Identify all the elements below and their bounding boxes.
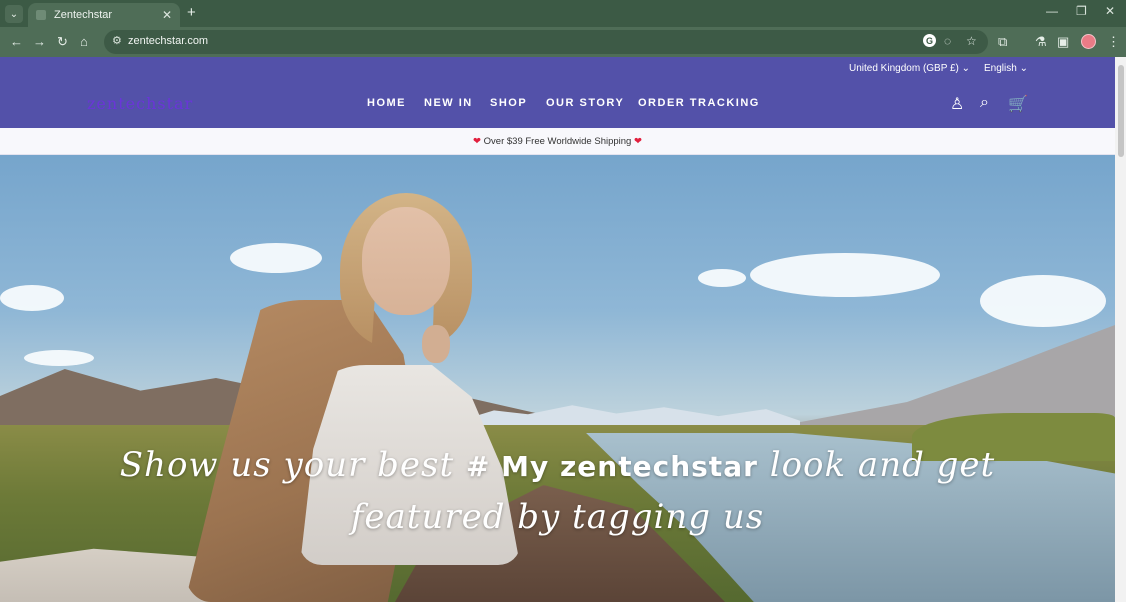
hero-banner[interactable]: Show us your best # My zentechstar look … [0,155,1115,602]
heart-icon: ❤ [633,136,642,147]
forward-icon[interactable]: → [33,34,46,50]
cloud-decoration [0,285,64,311]
account-icon[interactable]: ♙ [950,94,964,114]
restore-icon[interactable]: ❐ [1076,4,1087,18]
site-info-icon[interactable]: ⚙ [112,34,122,47]
announcement-bar: ❤ Over $39 Free Worldwide Shipping ❤ [0,128,1115,155]
tab-title: Zentechstar [54,9,113,21]
site-logo[interactable]: zentechstar [87,94,193,113]
cloud-decoration [750,253,940,297]
nav-shop[interactable]: SHOP [490,97,527,109]
browser-tab[interactable]: Zentechstar ✕ [28,3,180,27]
announcement-text: Over $39 Free Worldwide Shipping [483,136,632,147]
hero-text-start: Show us your best [119,445,455,485]
google-icon[interactable]: G [923,34,936,47]
model-figure [422,325,450,363]
cart-icon[interactable]: 🛒 [1008,94,1028,114]
language-label: English [984,63,1017,74]
scrollbar-thumb[interactable] [1118,65,1124,157]
chevron-down-icon: ⌄ [1019,63,1028,74]
chevron-down-icon: ⌄ [961,63,971,74]
side-panel-icon[interactable]: ▣ [1057,34,1069,50]
mountain-decoration [460,405,800,426]
country-label: United Kingdom [849,63,921,74]
hero-hashtag: # My zentechstar [465,450,758,483]
hero-heading-line-2: featured by tagging us [350,497,765,537]
currency-label: (GBP £) [922,63,959,74]
nav-order-tracking[interactable]: ORDER TRACKING [638,97,760,109]
extensions-icon[interactable]: ⧉ [998,34,1007,50]
nav-new-in[interactable]: NEW IN [424,97,473,109]
browser-toolbar: ← → ↻ ⌂ ⚙ zentechstar.com G ◌ ☆ ⧉ ⚗ ▣ ⋮ [0,27,1126,57]
labs-icon[interactable]: ⚗ [1035,34,1047,50]
site-favicon [36,10,46,20]
browser-tab-strip: ⌄ Zentechstar ✕ + — ❐ ✕ [0,0,1126,27]
model-figure [362,207,450,315]
minimize-icon[interactable]: — [1046,4,1058,18]
close-icon[interactable]: ✕ [162,8,172,22]
country-selector[interactable]: United Kingdom (GBP £) ⌄ [849,63,970,74]
nav-our-story[interactable]: OUR STORY [546,97,624,109]
close-window-icon[interactable]: ✕ [1105,4,1115,18]
star-icon[interactable]: ☆ [966,34,977,48]
reload-icon[interactable]: ↻ [57,34,68,50]
site-header: United Kingdom (GBP £) ⌄ English ⌄ zente… [0,57,1115,128]
search-icon[interactable]: ⌕ [980,94,989,112]
heart-icon: ❤ [473,136,482,147]
nav-home[interactable]: HOME [367,97,406,109]
hero-heading-line-1: Show us your best # My zentechstar look … [0,445,1115,485]
cloud-decoration [230,243,322,273]
avatar-icon[interactable] [1081,34,1096,49]
cloud-decoration [24,350,94,366]
cloud-decoration [980,275,1106,327]
url-text[interactable]: zentechstar.com [128,35,208,47]
address-bar[interactable]: ⚙ zentechstar.com G ◌ ☆ [104,30,988,54]
language-selector[interactable]: English ⌄ [984,63,1028,74]
cloud-decoration [698,269,746,287]
back-icon[interactable]: ← [10,34,23,50]
tab-search-icon[interactable]: ⌄ [5,5,23,23]
hero-text-end: look and get [769,445,996,485]
eye-off-icon[interactable]: ◌ [944,34,951,48]
home-icon[interactable]: ⌂ [80,34,88,50]
more-icon[interactable]: ⋮ [1107,34,1120,50]
page-scrollbar[interactable] [1115,57,1126,602]
plus-icon[interactable]: + [187,4,196,21]
